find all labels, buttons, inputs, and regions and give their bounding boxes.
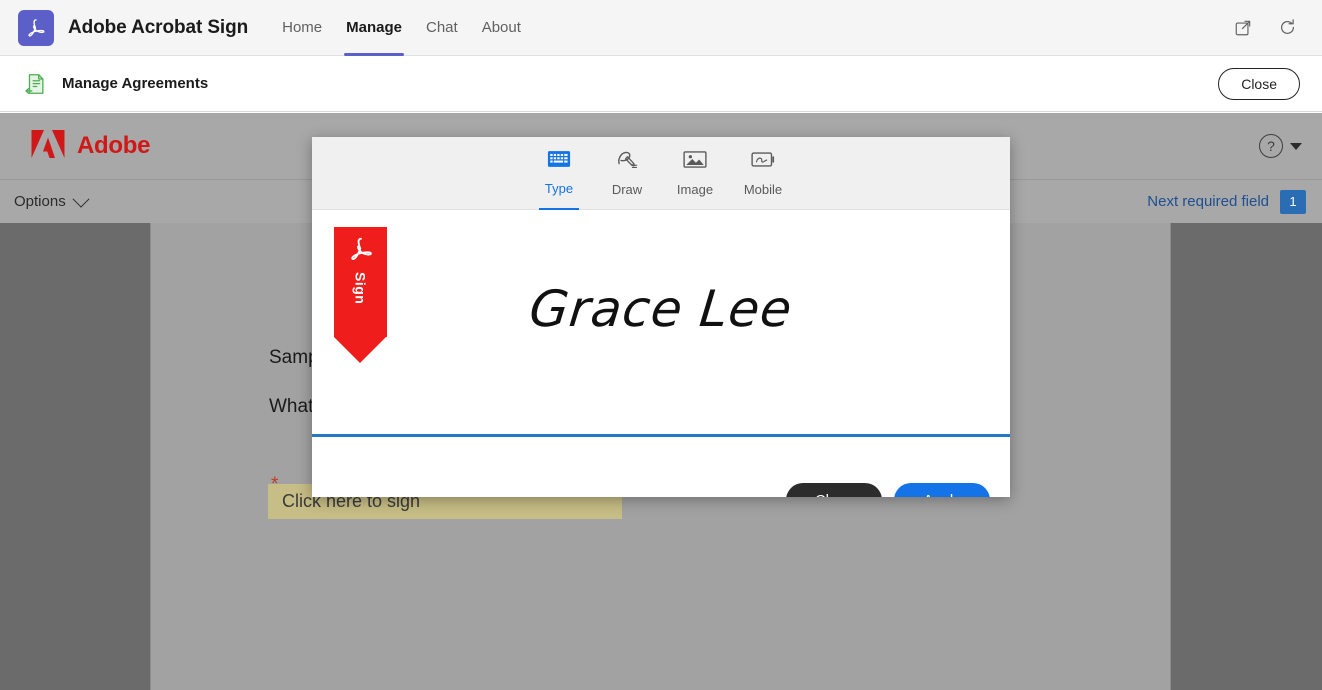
nav-tab-chat[interactable]: Chat <box>414 0 470 56</box>
next-required-field-label: Next required field <box>1147 193 1269 210</box>
signature-underline <box>312 434 1010 437</box>
tab-mobile-label: Mobile <box>743 182 783 197</box>
signature-text: Grace Lee <box>526 280 796 338</box>
tab-mobile[interactable]: Mobile <box>736 137 790 210</box>
adobe-a-logo-icon <box>30 128 66 165</box>
agreements-document-icon <box>22 71 48 97</box>
tab-type-label: Type <box>544 181 574 196</box>
question-mark-icon[interactable]: ? <box>1259 134 1283 158</box>
app-title: Adobe Acrobat Sign <box>68 16 249 38</box>
tab-type[interactable]: Type <box>532 137 586 210</box>
options-label: Options <box>14 193 66 210</box>
sign-bookmark-body: Sign <box>334 227 387 337</box>
chevron-down-icon[interactable] <box>1290 142 1302 150</box>
tab-draw[interactable]: Draw <box>600 137 654 210</box>
nav-tab-home[interactable]: Home <box>270 0 334 56</box>
tab-image-label: Image <box>676 182 714 197</box>
pen-icon <box>615 150 639 174</box>
acrobat-logo-icon <box>18 9 54 46</box>
options-dropdown-button[interactable]: Options <box>14 190 90 210</box>
teams-top-bar: Adobe Acrobat Sign Home Manage Chat Abou… <box>0 0 1322 56</box>
nav-tab-manage[interactable]: Manage <box>334 0 414 56</box>
next-required-field-count: 1 <box>1280 189 1306 214</box>
mobile-device-icon <box>751 150 775 174</box>
signature-modal: Type Draw Image Mobile Grace Lee <box>312 137 1010 497</box>
teams-bar-actions <box>1230 15 1300 41</box>
adobe-header-actions: ? <box>1259 134 1302 158</box>
sign-bookmark-point <box>334 337 386 363</box>
nav-tab-about[interactable]: About <box>470 0 533 56</box>
acrobat-a-icon <box>346 235 376 268</box>
close-agreements-button[interactable]: Close <box>1218 67 1300 100</box>
signature-modal-tabs: Type Draw Image Mobile <box>312 137 1010 210</box>
modal-close-button[interactable]: Close <box>786 483 882 497</box>
manage-agreements-bar: Manage Agreements Close <box>0 56 1322 112</box>
document-paragraph-2: What <box>269 396 314 417</box>
page-title: Manage Agreements <box>62 75 209 92</box>
sign-bookmark[interactable]: Sign <box>334 227 387 363</box>
next-required-field-button[interactable]: Next required field 1 <box>1147 189 1306 214</box>
tab-image[interactable]: Image <box>668 137 722 210</box>
image-icon <box>683 150 707 174</box>
sign-bookmark-label: Sign <box>352 272 369 305</box>
refresh-icon[interactable] <box>1274 15 1300 41</box>
pop-out-icon[interactable] <box>1230 15 1256 41</box>
signature-preview-area[interactable]: Grace Lee <box>312 210 1010 437</box>
adobe-brand: Adobe <box>30 128 150 165</box>
keyboard-icon <box>547 150 571 173</box>
main-nav-tabs: Home Manage Chat About <box>270 0 533 56</box>
tab-draw-label: Draw <box>611 182 643 197</box>
chevron-down-icon <box>72 190 90 208</box>
modal-apply-button[interactable]: Apply <box>894 483 990 497</box>
adobe-wordmark: Adobe <box>77 132 151 159</box>
signature-modal-footer: Close Apply <box>312 469 1010 497</box>
